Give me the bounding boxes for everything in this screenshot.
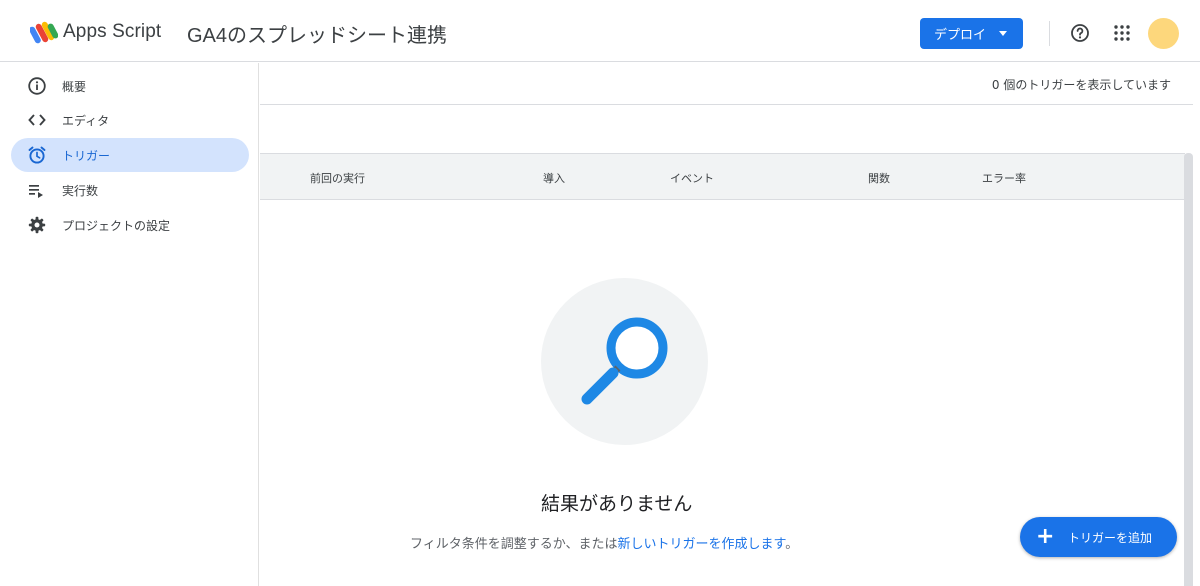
- trigger-count-text: 0 個のトリガーを表示しています: [991, 78, 1171, 92]
- gear-icon: [28, 216, 46, 234]
- magnifier-icon: [581, 317, 668, 405]
- add-trigger-button[interactable]: + トリガーを追加: [1020, 517, 1177, 557]
- vertical-scrollbar[interactable]: [1184, 153, 1193, 586]
- empty-state-message-suffix: 。: [785, 537, 799, 552]
- list-play-icon: [29, 185, 43, 198]
- column-header-error-rate[interactable]: エラー率: [982, 170, 1026, 186]
- app-name: Apps Script: [63, 21, 162, 42]
- help-icon[interactable]: [1070, 23, 1090, 43]
- sidebar-item-triggers[interactable]: トリガー: [11, 138, 249, 172]
- sidebar-item-label: 実行数: [62, 184, 99, 198]
- column-header-last-run[interactable]: 前回の実行: [310, 170, 365, 186]
- empty-state-message-prefix: フィルタ条件を調整するか、または: [410, 537, 618, 552]
- sidebar-item-label: プロジェクトの設定: [62, 219, 171, 233]
- project-title[interactable]: GA4のスプレッドシート連携: [187, 19, 447, 48]
- code-icon: [28, 114, 46, 126]
- top-app-bar: Apps Script GA4のスプレッドシート連携 デプロイ: [0, 0, 1200, 62]
- table-header: 前回の実行 導入 イベント 関数 エラー率: [260, 153, 1185, 200]
- sidebar-item-overview[interactable]: 概要: [11, 69, 249, 103]
- info-icon: [28, 77, 46, 95]
- sidebar-item-label: エディタ: [62, 114, 110, 128]
- alarm-clock-icon: [28, 146, 46, 164]
- column-header-function[interactable]: 関数: [868, 170, 890, 186]
- empty-state-title: 結果がありません: [541, 493, 693, 515]
- sidebar-item-label: トリガー: [62, 149, 111, 163]
- plus-icon: +: [1036, 524, 1055, 549]
- caret-down-icon: [999, 31, 1008, 36]
- column-header-event[interactable]: イベント: [670, 170, 714, 186]
- sidebar-item-project-settings[interactable]: プロジェクトの設定: [11, 208, 249, 242]
- header-divider: [1049, 21, 1050, 46]
- trigger-summary-bar: 0 個のトリガーを表示しています: [260, 63, 1193, 105]
- google-apps-icon[interactable]: [1114, 25, 1130, 41]
- sidebar: 概要 エディタ トリガー 実行数 プロジェクトの設定: [0, 63, 259, 586]
- add-trigger-label: トリガーを追加: [1068, 531, 1153, 545]
- deploy-button-label: デプロイ: [934, 28, 987, 43]
- sidebar-item-editor[interactable]: エディタ: [11, 103, 249, 137]
- deploy-button[interactable]: デプロイ: [920, 18, 1023, 49]
- account-avatar[interactable]: [1148, 18, 1179, 49]
- sidebar-item-executions[interactable]: 実行数: [11, 173, 249, 207]
- apps-script-logo[interactable]: [30, 20, 58, 46]
- sidebar-item-label: 概要: [62, 80, 87, 94]
- empty-state-message: フィルタ条件を調整するか、または新しいトリガーを作成します。: [410, 533, 798, 552]
- create-trigger-link[interactable]: 新しいトリガーを作成します: [617, 537, 785, 552]
- column-header-deployment[interactable]: 導入: [543, 170, 565, 186]
